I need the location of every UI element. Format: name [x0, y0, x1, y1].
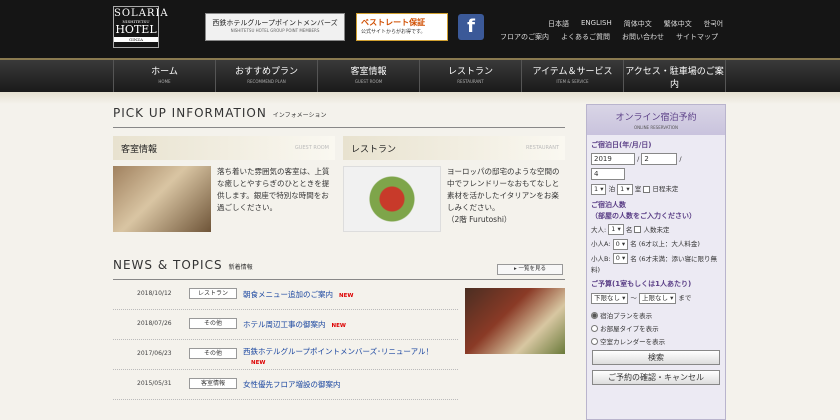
- show-calendar-radio[interactable]: [591, 338, 598, 345]
- banner-title: ベストレート保証: [361, 18, 426, 27]
- card-text: ヨーロッパの邸宅のような空間の中でフレンドリーなおもてなしと素材を活かしたイタリ…: [447, 167, 560, 212]
- child-b-select[interactable]: 0 ▾: [612, 253, 629, 264]
- card-title: レストラン: [351, 145, 397, 155]
- sitemap-link[interactable]: サイトマップ: [676, 32, 718, 42]
- nav-item-room[interactable]: 客室情報 GUEST ROOM: [318, 60, 420, 92]
- logo-text: HOTEL: [115, 23, 157, 36]
- news-item[interactable]: 2017/06/23 その他 西鉄ホテルグループポイントメンバーズ･リニューアル！ N…: [113, 340, 458, 370]
- panel-subtitle: ONLINE RESERVATION: [634, 125, 678, 130]
- card-text: 落ち着いた雰囲気の客室は、上質な癒しとやすらぎのひとときを提供します。銀座で特別…: [217, 167, 330, 212]
- banner-title: 西鉄ホテルグループポイントメンバーズ: [212, 19, 338, 27]
- section-title: PICK UP INFORMATION インフォメーション: [113, 104, 565, 128]
- category-badge: 客室情報: [189, 378, 237, 389]
- news-item[interactable]: 2015/05/31 客室情報 女性優先フロア増設の御案内: [113, 370, 458, 400]
- child-a-select[interactable]: 0 ▾: [612, 238, 629, 250]
- show-room-radio[interactable]: [591, 325, 598, 332]
- lang-link-ja[interactable]: 日本語: [548, 19, 569, 29]
- logo-text: GINZA: [114, 37, 158, 42]
- confirm-cancel-button[interactable]: ご予約の確認・キャンセル: [592, 369, 720, 385]
- dish-photo[interactable]: [343, 166, 441, 232]
- banner-subtitle: NISHITETSU HOTEL GROUP POINT MEMBERS: [230, 28, 320, 33]
- news-link[interactable]: ホテル周辺工事の御案内: [243, 320, 326, 329]
- news-item[interactable]: 2018/10/12 レストラン 朝食メニュー追加のご案内 NEW: [113, 280, 458, 310]
- rooms-select[interactable]: 1 ▾: [617, 183, 633, 195]
- card-title: 客室情報: [121, 145, 158, 155]
- budget-label: ご予算(1室もしくは1人あたり): [591, 280, 692, 288]
- pickup-section: PICK UP INFORMATION インフォメーション 客室情報 GUEST R…: [113, 104, 565, 236]
- contact-link[interactable]: お問い合わせ: [622, 32, 664, 42]
- people-undecided-checkbox[interactable]: [634, 226, 642, 233]
- panel-title: オンライン宿泊予約: [615, 113, 697, 123]
- card-note: （2階 Furutoshi）: [447, 215, 512, 224]
- view-all-button[interactable]: ▸ 一覧を見る: [497, 264, 563, 275]
- people-label: ご宿泊人数: [591, 200, 626, 209]
- checkin-label: ご宿泊日(年/月/日): [591, 141, 652, 149]
- people-sublabel: （部屋の人数をご入力ください）: [591, 211, 696, 220]
- new-badge: NEW: [251, 360, 266, 366]
- floor-guide-link[interactable]: フロアのご案内: [500, 32, 549, 42]
- lang-link-zh-cn[interactable]: 简体中文: [624, 19, 652, 29]
- pickup-card-room[interactable]: 客室情報 GUEST ROOM 落ち着いた雰囲気の客室は、上質な癒しとやすらぎのひ…: [113, 136, 335, 236]
- news-link[interactable]: 朝食メニュー追加のご案内: [243, 290, 333, 299]
- nav-item-plan[interactable]: おすすめプラン RECOMMEND PLAN: [216, 60, 318, 92]
- card-subtitle: RESTAURANT: [525, 145, 559, 151]
- month-input[interactable]: 2: [641, 153, 678, 165]
- year-input[interactable]: 2019: [591, 153, 635, 165]
- search-button[interactable]: 検索: [592, 349, 720, 365]
- nav-item-restaurant[interactable]: レストラン RESTAURANT: [420, 60, 522, 92]
- language-switcher: 日本語 ENGLISH 简体中文 繁体中文 한국어: [548, 19, 723, 29]
- faq-link[interactable]: よくあるご質問: [561, 32, 610, 42]
- nights-select[interactable]: 1 ▾: [591, 183, 607, 195]
- news-section: NEWS & TOPICS 新着情報 ▸ 一覧を見る 2018/10/12 レストラ…: [113, 256, 565, 400]
- banner-subtitle: 公式サイトからがお得です。: [361, 29, 426, 35]
- utility-links: フロアのご案内 よくあるご質問 お問い合わせ サイトマップ: [500, 32, 718, 42]
- new-badge: NEW: [331, 323, 346, 329]
- news-link[interactable]: 西鉄ホテルグループポイントメンバーズ･リニューアル！: [243, 347, 433, 356]
- news-link[interactable]: 女性優先フロア増設の御案内: [243, 380, 341, 389]
- nav-item-service[interactable]: アイテム＆サービス ITEM & SERVICE: [522, 60, 624, 92]
- new-badge: NEW: [339, 293, 354, 299]
- nav-item-access[interactable]: アクセス・駐車場のご案内ACCESS・PARKING: [624, 60, 726, 97]
- facebook-icon[interactable]: f: [458, 14, 484, 40]
- adult-select[interactable]: 1 ▾: [608, 224, 624, 235]
- news-item[interactable]: 2018/07/26 その他 ホテル周辺工事の御案内 NEW: [113, 310, 458, 340]
- best-rate-banner[interactable]: ベストレート保証 公式サイトからがお得です。: [356, 13, 448, 41]
- logo-text: SOLARIA: [114, 8, 169, 19]
- news-photo: [465, 288, 565, 354]
- show-plan-radio[interactable]: [591, 312, 598, 319]
- budget-max-select[interactable]: 上限なし ▾: [639, 292, 677, 304]
- category-badge: その他: [189, 348, 237, 359]
- hotel-logo[interactable]: SOLARIA NISHITETSU HOTEL GINZA: [113, 6, 169, 48]
- pickup-card-restaurant[interactable]: レストラン RESTAURANT ヨーロッパの邸宅のような空間の中でフレンドリーな…: [343, 136, 565, 236]
- reservation-panel: オンライン宿泊予約 ONLINE RESERVATION ご宿泊日(年/月/日) …: [586, 104, 726, 420]
- lang-link-zh-tw[interactable]: 繁体中文: [664, 19, 692, 29]
- budget-min-select[interactable]: 下限なし ▾: [591, 292, 629, 304]
- point-members-banner[interactable]: 西鉄ホテルグループポイントメンバーズ NISHITETSU HOTEL GROU…: [205, 13, 345, 41]
- category-badge: その他: [189, 318, 237, 329]
- decorative-band: [0, 92, 840, 104]
- day-input[interactable]: 4: [591, 168, 625, 180]
- category-badge: レストラン: [189, 288, 237, 299]
- main-nav: ホーム HOME おすすめプラン RECOMMEND PLAN 客室情報 GUEST …: [0, 58, 840, 97]
- nav-item-home[interactable]: ホーム HOME: [113, 60, 216, 92]
- header-bar: SOLARIA NISHITETSU HOTEL GINZA 西鉄ホテルグループ…: [0, 0, 840, 58]
- room-photo[interactable]: [113, 166, 211, 232]
- card-subtitle: GUEST ROOM: [294, 145, 329, 151]
- lang-link-ko[interactable]: 한국어: [704, 19, 723, 29]
- lang-link-en[interactable]: ENGLISH: [581, 19, 612, 29]
- date-undecided-checkbox[interactable]: [643, 185, 651, 193]
